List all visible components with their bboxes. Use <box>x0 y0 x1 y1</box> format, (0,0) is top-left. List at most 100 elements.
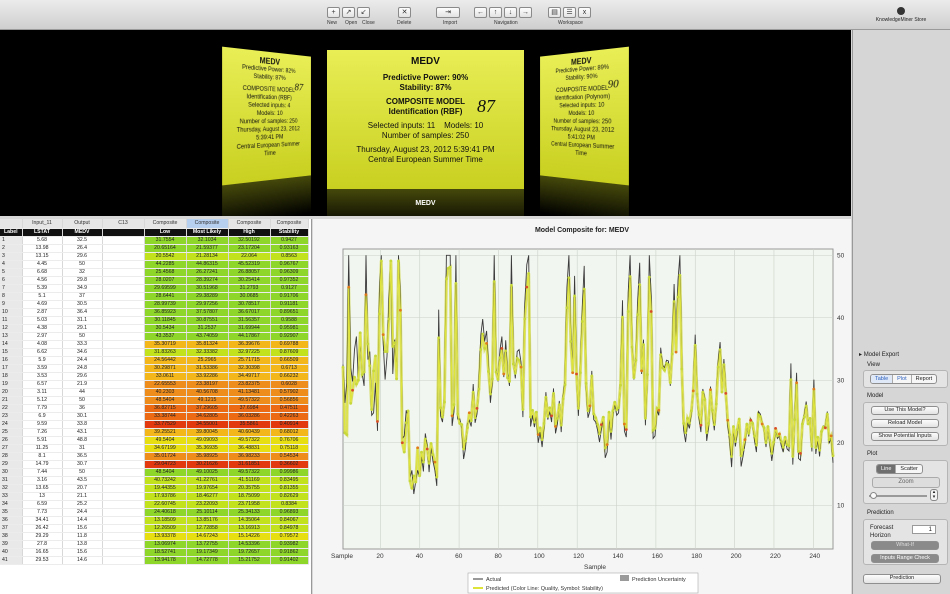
view-segmented-control[interactable]: Table Plot Report <box>870 374 937 384</box>
table-cell[interactable] <box>102 524 144 532</box>
table-cell[interactable]: 0.83495 <box>270 476 308 484</box>
table-cell[interactable]: 33.92286 <box>186 372 228 380</box>
table-cell[interactable]: 40.2303 <box>144 388 186 396</box>
import-button[interactable]: ⇥ <box>436 7 460 18</box>
table-cell[interactable]: 49.57322 <box>228 396 270 404</box>
open-icon[interactable]: ↗ <box>342 7 355 18</box>
table-cell[interactable]: 41.22761 <box>186 476 228 484</box>
table-cell[interactable]: 0.9427 <box>270 236 308 244</box>
table-cell[interactable]: 43.5 <box>62 476 102 484</box>
table-row[interactable]: 24 9.59 33.8 33.77529 34.55001 35.5861 0.40914 <box>0 420 308 428</box>
table-cell[interactable]: 23.17204 <box>228 244 270 252</box>
table-cell[interactable]: 2 <box>0 244 22 252</box>
table-cell[interactable]: 30.21626 <box>186 460 228 468</box>
table-cell[interactable]: 49.10025 <box>186 468 228 476</box>
table-cell[interactable]: 1 <box>0 236 22 244</box>
table-cell[interactable]: 0.81355 <box>270 484 308 492</box>
table-cell[interactable]: 24.40618 <box>144 508 186 516</box>
table-row[interactable]: 16 5.9 24.4 24.56442 25.2965 25.71715 0.66509 <box>0 356 308 364</box>
table-cell[interactable] <box>102 340 144 348</box>
table-cell[interactable]: 34.55001 <box>186 420 228 428</box>
table-row[interactable]: 9 4.69 30.5 28.99739 29.97256 30.78517 0.91181 <box>0 300 308 308</box>
model-chart[interactable]: 10 20 30 40 50 20 40 60 80 100 120 140 160 180 200 220 2… <box>313 219 851 594</box>
table-cell[interactable]: 15.21752 <box>228 556 270 564</box>
table-cell[interactable]: 29.1 <box>62 324 102 332</box>
table-row[interactable]: 38 29.29 11.8 13.93378 14.67243 15.14226 0.795… <box>0 532 308 540</box>
table-cell[interactable]: 0.69788 <box>270 340 308 348</box>
table-cell[interactable]: 20.7 <box>62 484 102 492</box>
table-cell[interactable]: 3 <box>0 252 22 260</box>
table-cell[interactable]: 30.5434 <box>144 324 186 332</box>
table-cell[interactable]: 0.96767 <box>270 260 308 268</box>
table-cell[interactable]: 11 <box>0 316 22 324</box>
table-cell[interactable]: 34.62805 <box>186 412 228 420</box>
table-cell[interactable]: 25 <box>0 428 22 436</box>
table-cell[interactable]: 30 <box>0 468 22 476</box>
view-plot-tab[interactable]: Plot <box>893 375 911 383</box>
table-cell[interactable]: 31.2537 <box>186 324 228 332</box>
columns-view-icon[interactable]: ☰ <box>563 7 576 18</box>
table-cell[interactable]: 30.87551 <box>186 316 228 324</box>
table-cell[interactable]: 30.0685 <box>228 292 270 300</box>
table-cell[interactable]: 32.33382 <box>186 348 228 356</box>
table-cell[interactable]: 31.69944 <box>228 324 270 332</box>
data-table[interactable]: Input_11 Output C13 Composite Composite Compo… <box>0 219 312 594</box>
table-cell[interactable]: 6.9 <box>22 412 62 420</box>
forecast-horizon-input[interactable]: 1 <box>912 525 936 534</box>
table-cell[interactable]: 0.87609 <box>270 348 308 356</box>
table-cell[interactable] <box>102 332 144 340</box>
table-cell[interactable]: 14.35064 <box>228 516 270 524</box>
table-cell[interactable]: 0.6713 <box>270 364 308 372</box>
table-cell[interactable]: 0.9127 <box>270 284 308 292</box>
table-cell[interactable] <box>102 292 144 300</box>
table-cell[interactable]: 48.5404 <box>144 468 186 476</box>
table-cell[interactable]: 24.8 <box>62 364 102 372</box>
table-cell[interactable]: 15 <box>0 348 22 356</box>
model-export-disclosure[interactable]: ▸ Model Export <box>859 351 899 358</box>
table-cell[interactable]: 13.8 <box>62 540 102 548</box>
table-cell[interactable] <box>102 556 144 564</box>
table-cell[interactable]: 25.10114 <box>186 508 228 516</box>
table-cell[interactable]: 6.62 <box>22 348 62 356</box>
table-cell[interactable]: 34 <box>0 500 22 508</box>
table-cell[interactable]: 29.97256 <box>186 300 228 308</box>
table-cell[interactable]: 30.11845 <box>144 316 186 324</box>
table-cell[interactable]: 7.73 <box>22 508 62 516</box>
table-cell[interactable]: 33.0611 <box>144 372 186 380</box>
table-cell[interactable]: 32.5 <box>62 236 102 244</box>
table-cell[interactable]: 34.9 <box>62 284 102 292</box>
table-cell[interactable]: 22.65553 <box>144 380 186 388</box>
table-cell[interactable]: 2.87 <box>22 308 62 316</box>
table-cell[interactable]: 37.29605 <box>186 404 228 412</box>
table-cell[interactable]: 29.38289 <box>186 292 228 300</box>
table-row[interactable]: 22 7.79 36 36.82715 37.29605 37.6984 0.47511 <box>0 404 308 412</box>
table-cell[interactable]: 12.72858 <box>186 524 228 532</box>
table-cell[interactable]: 0.95981 <box>270 324 308 332</box>
table-cell[interactable]: 21.59377 <box>186 244 228 252</box>
table-cell[interactable] <box>102 532 144 540</box>
arrow-up-icon[interactable]: ↑ <box>489 7 502 18</box>
table-cell[interactable]: 36.98233 <box>228 452 270 460</box>
table-cell[interactable]: 35.36935 <box>186 444 228 452</box>
table-cell[interactable]: 20 <box>0 388 22 396</box>
table-cell[interactable]: 19.72657 <box>228 548 270 556</box>
arrow-down-icon[interactable]: ↓ <box>504 7 517 18</box>
table-cell[interactable]: 14 <box>0 340 22 348</box>
formula-view-icon[interactable]: x <box>578 7 591 18</box>
table-row[interactable]: 25 7.26 43.1 39.25521 39.80045 40.60439 0.6801… <box>0 428 308 436</box>
table-cell[interactable] <box>102 404 144 412</box>
table-cell[interactable]: 3.53 <box>22 372 62 380</box>
zoom-stepper[interactable]: ▴ ▾ <box>930 489 938 501</box>
table-cell[interactable] <box>102 244 144 252</box>
table-cell[interactable]: 25.4568 <box>144 268 186 276</box>
table-cell[interactable]: 35.5861 <box>228 420 270 428</box>
table-cell[interactable]: 13 <box>0 332 22 340</box>
table-cell[interactable]: 21.1 <box>62 492 102 500</box>
table-cell[interactable] <box>102 252 144 260</box>
table-cell[interactable]: 31.53386 <box>186 364 228 372</box>
table-cell[interactable]: 35 <box>0 508 22 516</box>
table-cell[interactable]: 33.8 <box>62 420 102 428</box>
table-cell[interactable]: 32.30398 <box>228 364 270 372</box>
table-cell[interactable]: 21 <box>0 396 22 404</box>
table-cell[interactable]: 14.53396 <box>228 540 270 548</box>
